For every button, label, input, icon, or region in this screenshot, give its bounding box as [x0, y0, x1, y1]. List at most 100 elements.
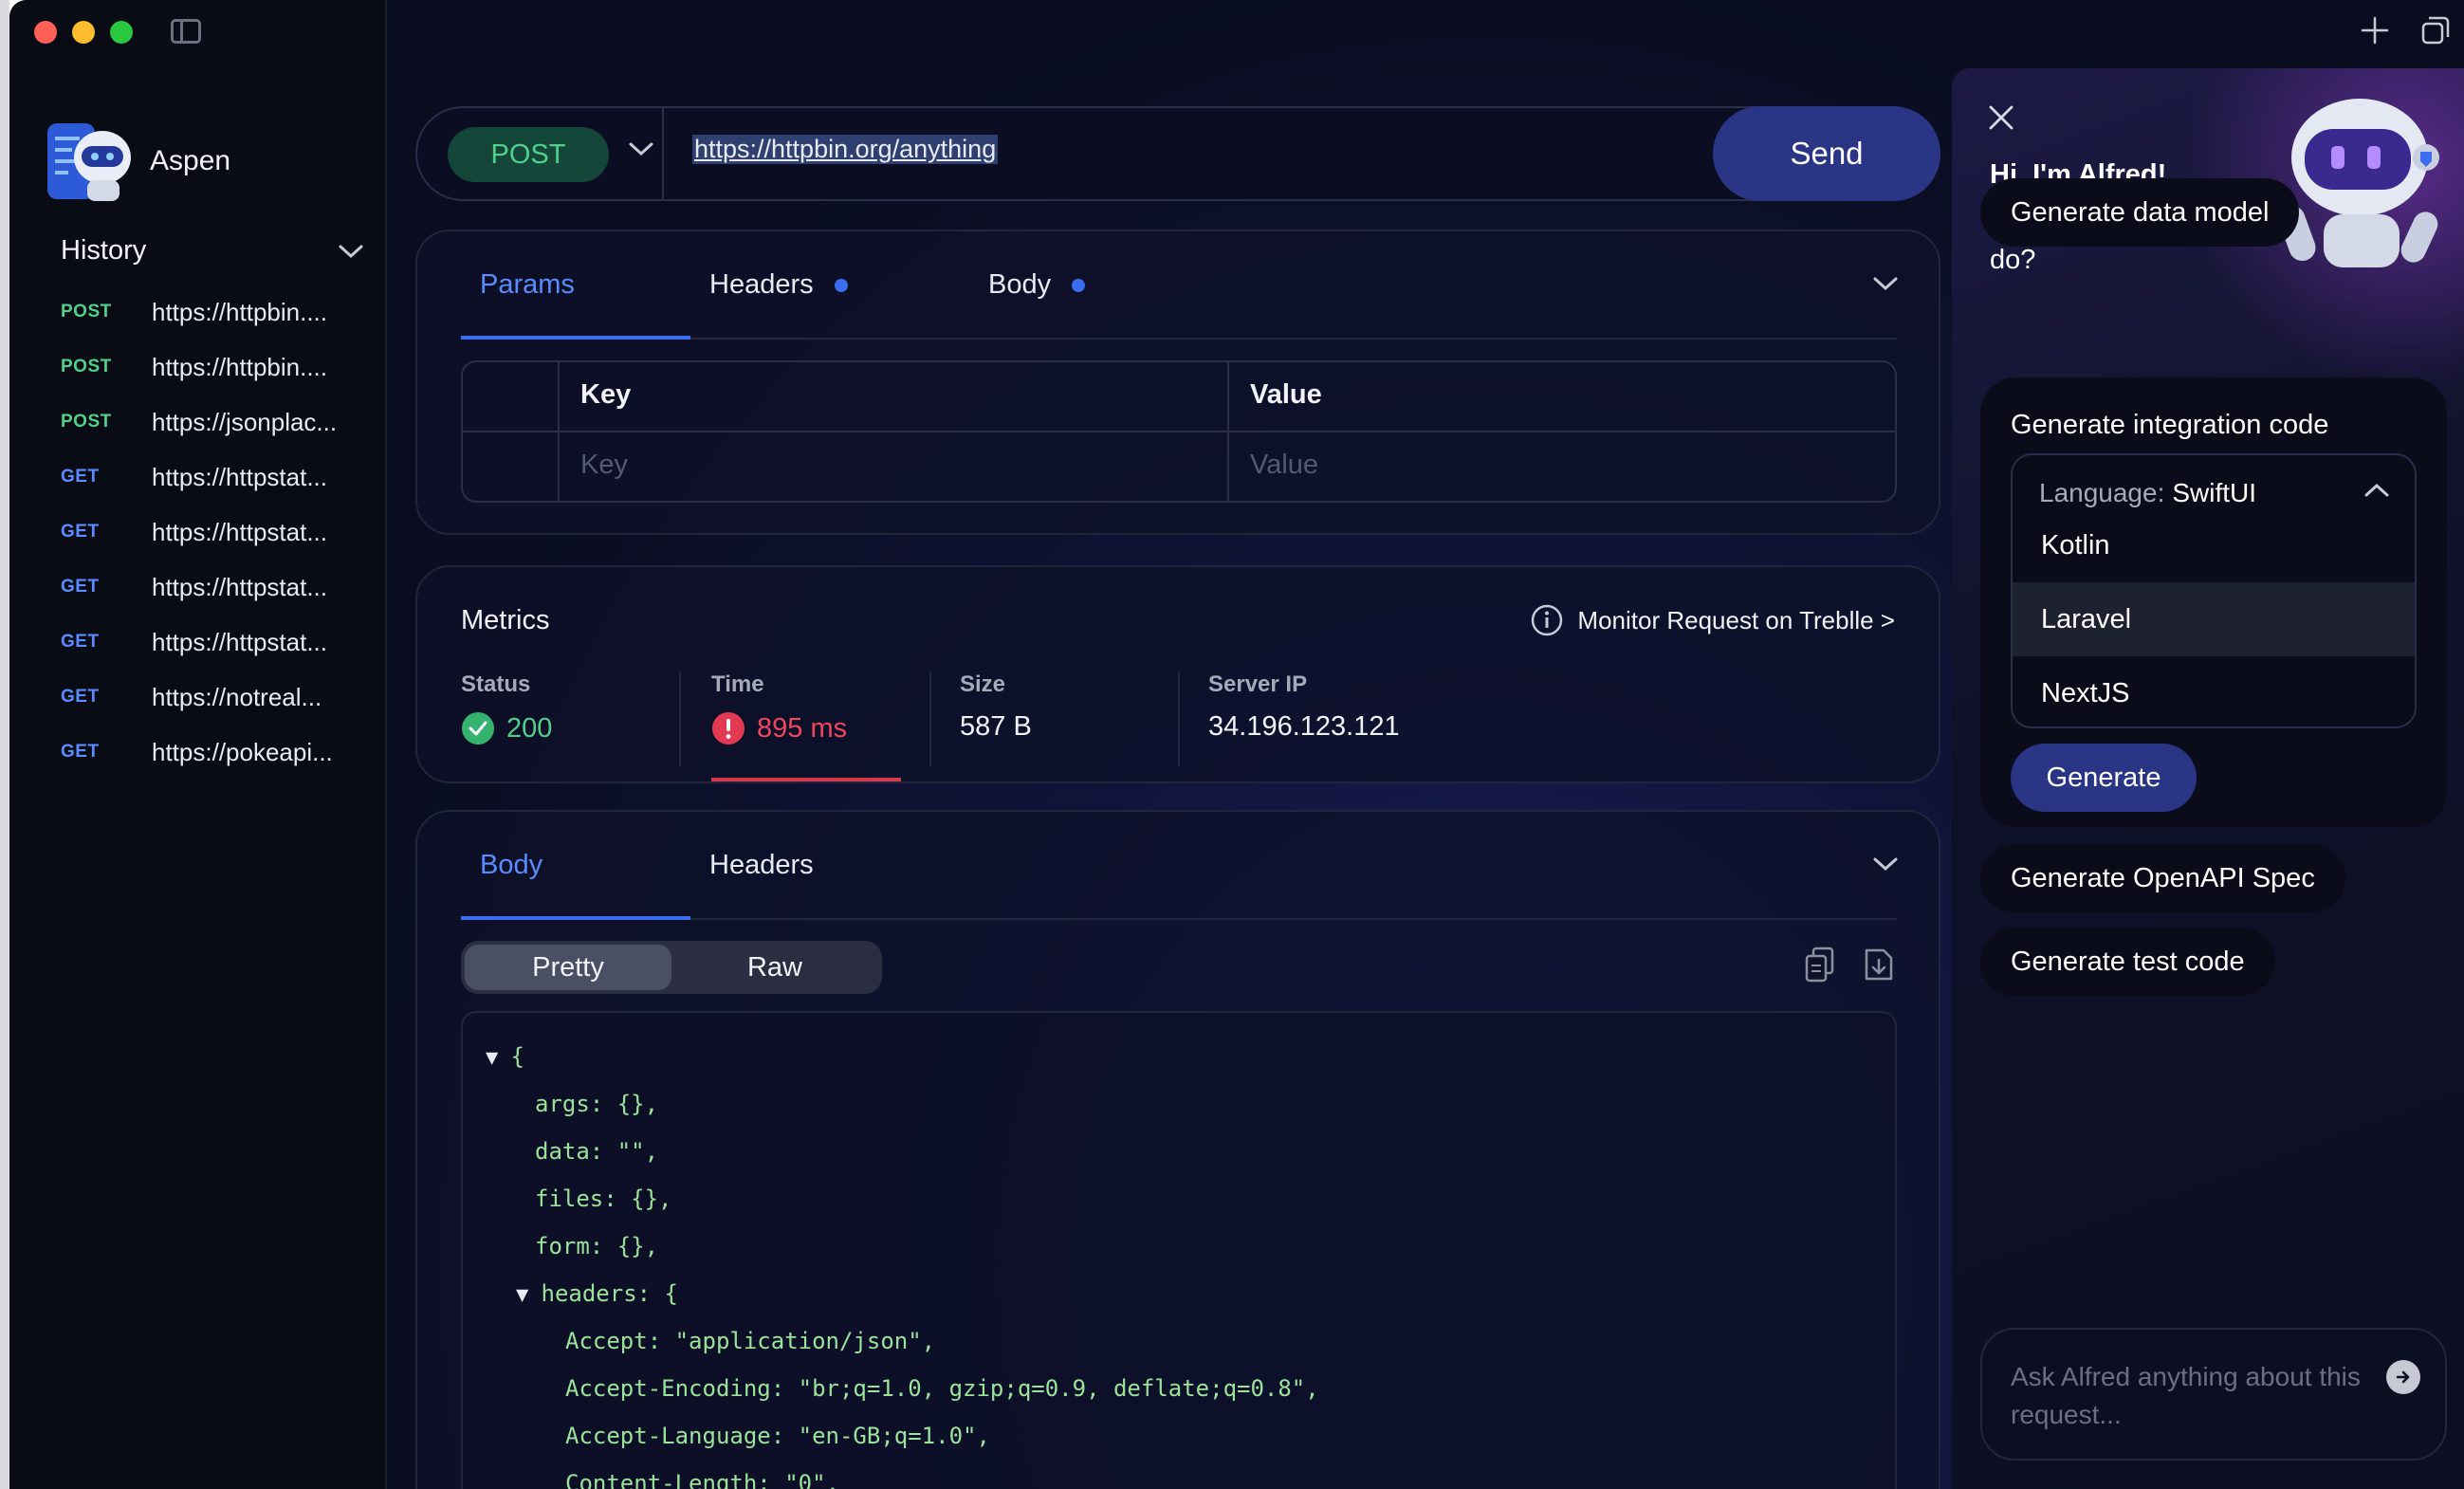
history-url: https://httpstat... — [152, 462, 327, 491]
method-badge: GET — [61, 632, 100, 652]
tab-label: Body — [480, 850, 543, 880]
response-time: 895 ms — [757, 712, 848, 744]
active-tab-indicator — [461, 916, 690, 920]
history-url: https://httpbin.... — [152, 297, 327, 326]
history-item[interactable]: GET https://httpstat... — [61, 615, 374, 670]
check-circle-icon — [462, 712, 494, 744]
code-text: headers: { — [541, 1280, 679, 1307]
history-header[interactable]: History — [61, 235, 364, 267]
history-item[interactable]: GET https://pokeapi... — [61, 725, 374, 780]
metric-status: Status 200 — [461, 671, 552, 745]
response-size: 587 B — [960, 711, 1032, 742]
ask-alfred-input[interactable]: Ask Alfred anything about this request..… — [2011, 1358, 2371, 1434]
zoom-window-button[interactable] — [110, 21, 133, 44]
history-item[interactable]: POST https://httpbin.... — [61, 340, 374, 395]
request-tabs: Params Headers Body — [461, 231, 1897, 340]
code-line: Accept: "application/json", — [486, 1328, 1319, 1375]
collapse-toggle-icon[interactable]: ▼ — [486, 1046, 511, 1070]
history-url: https://httpstat... — [152, 627, 327, 656]
history-url: https://httpbin.... — [152, 352, 327, 381]
value-input[interactable]: Value — [1250, 450, 1318, 481]
raw-button[interactable]: Raw — [671, 945, 878, 990]
tab-headers[interactable]: Headers — [709, 269, 848, 301]
history-item[interactable]: POST https://httpbin.... — [61, 285, 374, 340]
value-header: Value — [1250, 379, 1322, 410]
code-line: files: {}, — [486, 1186, 1319, 1233]
alert-circle-icon — [712, 712, 745, 744]
language-select[interactable]: Language: SwiftUI — [2039, 478, 2256, 508]
code-line: args: {}, — [486, 1091, 1319, 1138]
arrow-right-circle-icon[interactable] — [2386, 1360, 2420, 1394]
response-body-viewer[interactable]: ▼ { args: {}, data: "", files: {}, form:… — [461, 1011, 1897, 1489]
integration-title[interactable]: Generate integration code — [2011, 410, 2328, 441]
request-panel: Params Headers Body Key Value Key Value — [415, 230, 1940, 535]
history-url: https://httpstat... — [152, 517, 327, 546]
ask-alfred-box: Ask Alfred anything about this request..… — [1980, 1328, 2447, 1461]
metric-label: Status — [461, 671, 531, 697]
app-logo — [44, 116, 135, 207]
download-icon[interactable] — [1863, 947, 1895, 983]
window-toolbar — [2360, 15, 2451, 46]
table-divider — [463, 431, 1895, 432]
history-url: https://httpstat... — [152, 572, 327, 601]
pretty-button[interactable]: Pretty — [465, 945, 671, 990]
method-badge: GET — [61, 522, 100, 542]
history-item[interactable]: GET https://httpstat... — [61, 505, 374, 560]
close-icon[interactable] — [1986, 102, 2016, 133]
tab-params[interactable]: Params — [480, 269, 575, 301]
copy-icon[interactable] — [1804, 947, 1836, 983]
chevron-down-icon[interactable] — [1872, 275, 1899, 292]
history-item[interactable]: GET https://httpstat... — [61, 560, 374, 615]
history-item[interactable]: GET https://notreal... — [61, 670, 374, 725]
response-tabs: Body Headers — [461, 812, 1897, 920]
collapse-toggle-icon[interactable]: ▼ — [516, 1283, 542, 1307]
chevron-up-icon[interactable] — [2363, 482, 2390, 499]
metric-divider — [929, 671, 931, 766]
active-tab-indicator — [461, 336, 690, 340]
url-input[interactable]: https://httpbin.org/anything — [692, 135, 999, 164]
language-option[interactable]: NextJS — [2013, 656, 2415, 726]
sidebar-toggle-icon[interactable] — [171, 19, 201, 44]
method-badge: GET — [61, 742, 100, 762]
language-dropdown[interactable]: Language: SwiftUI Kotlin Laravel NextJS — [2011, 453, 2417, 728]
history-item[interactable]: POST https://jsonplac... — [61, 395, 374, 450]
status-code: 200 — [506, 712, 553, 744]
generate-openapi-button[interactable]: Generate OpenAPI Spec — [1980, 844, 2345, 912]
language-label: Language: — [2039, 478, 2165, 507]
metric-value: 200 — [461, 711, 552, 745]
chevron-down-icon[interactable] — [338, 243, 364, 260]
monitor-request-link[interactable]: Monitor Request on Treblle > — [1530, 603, 1895, 637]
language-option[interactable]: Kotlin — [2013, 508, 2415, 582]
language-selected: SwiftUI — [2172, 478, 2257, 507]
key-header: Key — [580, 379, 632, 410]
close-window-button[interactable] — [34, 21, 57, 44]
method-badge: GET — [61, 687, 100, 707]
generate-test-code-button[interactable]: Generate test code — [1980, 928, 2275, 996]
tab-label: Headers — [709, 850, 814, 880]
tab-response-body[interactable]: Body — [480, 850, 542, 881]
metric-divider — [679, 671, 681, 766]
url-bar: POST https://httpbin.org/anything Send — [415, 106, 1940, 201]
windows-icon[interactable] — [2420, 15, 2451, 46]
info-icon — [1532, 604, 1563, 636]
code-text: args: {}, — [535, 1091, 659, 1117]
method-select[interactable]: POST — [448, 127, 609, 182]
plus-icon[interactable] — [2360, 15, 2390, 46]
chevron-down-icon[interactable] — [1872, 855, 1899, 873]
modified-dot — [1072, 278, 1086, 292]
tab-response-headers[interactable]: Headers — [709, 850, 814, 881]
language-option[interactable]: Laravel — [2013, 582, 2415, 656]
tab-label: Body — [988, 269, 1052, 300]
chevron-down-icon[interactable] — [628, 140, 654, 157]
url-divider — [662, 108, 664, 199]
history-item[interactable]: GET https://httpstat... — [61, 450, 374, 505]
tab-body[interactable]: Body — [988, 269, 1086, 301]
params-table: Key Value Key Value — [461, 360, 1897, 503]
send-button[interactable]: Send — [1713, 106, 1940, 201]
app-brand: Aspen — [44, 116, 230, 207]
minimize-window-button[interactable] — [72, 21, 95, 44]
generate-button[interactable]: Generate — [2011, 744, 2197, 812]
key-input[interactable]: Key — [580, 450, 628, 481]
generate-data-model-button[interactable]: Generate data model — [1980, 178, 2300, 247]
metric-label: Size — [960, 671, 1006, 697]
